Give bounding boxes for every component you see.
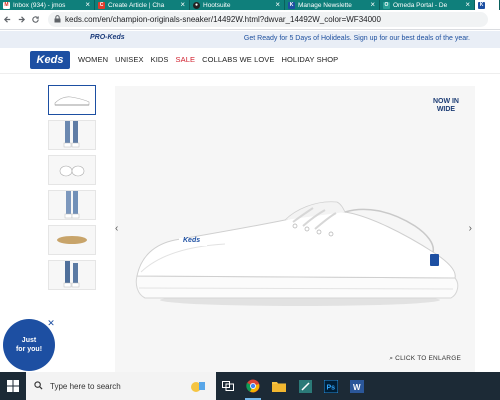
magnifier-icon: ⌕ (389, 355, 394, 362)
thumb-legs-standing[interactable] (48, 190, 96, 220)
back-arrow-icon[interactable] (0, 10, 14, 30)
close-tab-icon[interactable]: × (370, 0, 375, 10)
forward-arrow-icon[interactable] (14, 10, 28, 30)
hootsuite-icon: ● (193, 1, 200, 9)
thumbnail-list (48, 85, 98, 295)
browser-tab[interactable]: O Omeda Portal - De × (380, 0, 475, 10)
nav-item-kids[interactable]: KIDS (151, 55, 169, 64)
task-view-icon[interactable] (216, 372, 240, 400)
promo-bar: PRO-Keds Get Ready for 5 Days of Holidea… (0, 31, 500, 48)
close-tab-icon[interactable]: × (275, 0, 280, 10)
browser-tab[interactable]: C Create Article | Cha × (95, 0, 190, 10)
thumb-legs-walking[interactable] (48, 260, 96, 290)
windows-taskbar: Type here to search Ps W (0, 372, 500, 400)
browser-tab[interactable]: ● Hootsuite × (190, 0, 285, 10)
chrome-icon[interactable] (240, 372, 266, 400)
shoe-brand-label: Keds (183, 237, 201, 244)
thumb-shoe-pair[interactable] (48, 155, 96, 185)
browser-tab[interactable]: M Inbox (934) - jmos × (0, 0, 95, 10)
tab-label: Create Article | Cha (108, 1, 165, 9)
close-tab-icon[interactable]: × (180, 0, 185, 10)
browser-tab[interactable]: K Manage Newslette × (285, 0, 380, 10)
url-text: keds.com/en/champion-originals-sneaker/1… (65, 15, 381, 24)
svg-text:Ps: Ps (327, 384, 336, 391)
taskbar-search[interactable]: Type here to search (26, 372, 216, 400)
browser-tab-active[interactable]: K (475, 0, 500, 10)
search-highlight-icon (188, 378, 208, 396)
click-to-enlarge[interactable]: ⌕ CLICK TO ENLARGE (389, 355, 461, 363)
browser-toolbar: keds.com/en/champion-originals-sneaker/1… (0, 10, 500, 30)
promo-message-link[interactable]: Get Ready for 5 Days of Holideals. Sign … (244, 35, 470, 42)
nav-item-holiday-shop[interactable]: HOLIDAY SHOP (281, 55, 338, 64)
keds-favicon-icon: K (288, 1, 295, 9)
nav-item-unisex[interactable]: UNISEX (115, 55, 144, 64)
browser-tab-strip: M Inbox (934) - jmos × C Create Article … (0, 0, 500, 10)
main-nav: WOMEN UNISEX KIDS SALE COLLABS WE LOVE H… (78, 55, 338, 64)
pro-keds-logo[interactable]: PRO-Keds (90, 34, 125, 41)
nav-item-sale[interactable]: SALE (176, 55, 196, 64)
keds-logo[interactable]: Keds (30, 51, 70, 69)
gmail-icon: M (3, 1, 10, 9)
jfy-line-2: for you! (15, 346, 43, 353)
file-explorer-icon[interactable] (266, 372, 292, 400)
lock-icon (54, 14, 61, 25)
windows-start-icon[interactable] (0, 372, 26, 400)
cms-icon: C (98, 1, 105, 9)
sneaker-image (135, 201, 459, 306)
tab-label: Inbox (934) - jmos (13, 1, 66, 9)
nav-item-collabs[interactable]: COLLABS WE LOVE (202, 55, 274, 64)
photoshop-icon[interactable]: Ps (318, 372, 344, 400)
close-tab-icon[interactable]: × (85, 0, 90, 10)
word-icon[interactable]: W (344, 372, 370, 400)
reload-icon[interactable] (28, 10, 42, 30)
taskbar-search-placeholder: Type here to search (50, 381, 121, 391)
site-header: Keds WOMEN UNISEX KIDS SALE COLLABS WE L… (0, 48, 500, 74)
tab-label: Hootsuite (203, 1, 231, 9)
jfy-line-1: Just (21, 337, 37, 344)
address-bar[interactable]: keds.com/en/champion-originals-sneaker/1… (48, 12, 488, 27)
main-product-image[interactable]: NOW IN WIDE ‹ › Keds ⌕ CLICK TO ENLARGE (115, 86, 475, 372)
sticky-notes-icon[interactable] (292, 372, 318, 400)
thumb-legs-front[interactable] (48, 120, 96, 150)
thumb-sole[interactable] (48, 225, 96, 255)
tab-label: Manage Newslette (298, 1, 352, 9)
nav-item-women[interactable]: WOMEN (78, 55, 108, 64)
svg-text:W: W (353, 383, 361, 392)
search-icon (34, 380, 43, 392)
omeda-icon: O (383, 1, 390, 9)
close-icon[interactable]: ✕ (46, 318, 56, 328)
enlarge-label: CLICK TO ENLARGE (395, 355, 461, 362)
close-tab-icon[interactable]: × (465, 0, 470, 10)
keds-favicon-icon: K (478, 1, 485, 9)
tab-label: Omeda Portal - De (393, 1, 448, 9)
thumb-shoe-side[interactable] (48, 85, 96, 115)
